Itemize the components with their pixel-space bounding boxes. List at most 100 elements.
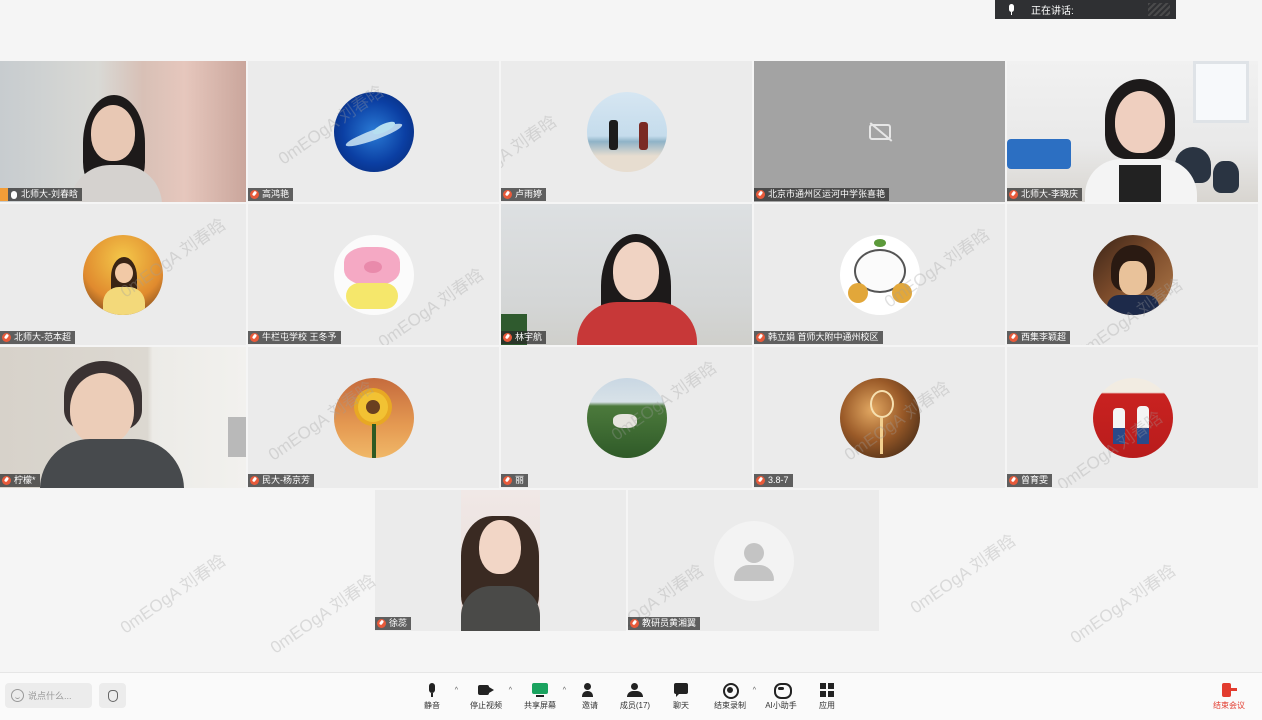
participant-tile[interactable]: 北师大-李晓庆	[1007, 61, 1258, 202]
raise-hand-icon	[107, 689, 118, 702]
muted-mic-icon	[1009, 333, 1018, 342]
chevron-up-icon[interactable]: ^	[509, 687, 512, 694]
mic-icon	[424, 683, 440, 697]
video-feed	[0, 61, 246, 202]
muted-mic-icon	[1009, 476, 1018, 485]
share-screen-button[interactable]: 共享屏幕 ^	[518, 681, 566, 717]
emoji-icon[interactable]	[11, 689, 24, 702]
participant-name: 韩立娟 首师大附中通州校区	[768, 332, 879, 342]
members-button[interactable]: 成员(17)	[613, 681, 657, 717]
invite-icon	[582, 683, 598, 697]
chat-button[interactable]: 聊天	[659, 681, 703, 717]
participant-tile[interactable]: 林宇航	[501, 204, 752, 345]
audio-wave-icon	[1148, 3, 1170, 16]
stop-video-button[interactable]: 停止视频 ^	[464, 681, 512, 717]
watermark: 0mEOgA 刘春晗	[116, 550, 230, 638]
microphone-icon	[1005, 3, 1019, 16]
video-feed	[375, 490, 626, 631]
muted-mic-icon	[377, 619, 386, 628]
participant-name-tag: 丽	[501, 474, 529, 487]
participant-name-tag: 民大-杨京芳	[248, 474, 314, 487]
raise-hand-button[interactable]	[99, 683, 126, 708]
ai-assistant-button[interactable]: AI小助手	[759, 681, 803, 717]
participant-name-tag: 北师大-刘春晗	[0, 188, 82, 201]
watermark: 0mEOgA 刘春晗	[501, 111, 561, 199]
exit-icon	[1222, 683, 1237, 697]
muted-mic-icon	[2, 476, 11, 485]
participant-name-tag: 西集李颖超	[1007, 331, 1071, 344]
muted-mic-icon	[756, 476, 765, 485]
watermark: 0mEOgA 刘春晗	[1066, 560, 1180, 648]
participant-name: 北京市通州区运河中学张喜艳	[768, 189, 886, 199]
mute-button[interactable]: 静音 ^	[410, 681, 458, 717]
participant-tile[interactable]: 0mEOgA 刘春晗 卢雨婷	[501, 61, 752, 202]
end-recording-button[interactable]: 结束录制 ^	[708, 681, 756, 717]
participant-name-tag: 林宇航	[501, 331, 547, 344]
avatar	[333, 234, 414, 315]
meeting-window: 正在讲话: 北师大-刘春晗 0mEOgA 刘春晗 高鸿艳 0mEOgA 刘春晗 …	[0, 0, 1262, 720]
default-user-icon	[713, 520, 794, 601]
participant-tile[interactable]: 0mEOgA 刘春晗 高鸿艳	[248, 61, 499, 202]
participant-name-tag: 北师大-李晓庆	[1007, 188, 1082, 201]
avatar	[1092, 377, 1173, 458]
participant-tile[interactable]: 北师大-刘春晗	[0, 61, 246, 202]
participant-tile[interactable]: 徐蕊	[375, 490, 626, 631]
apps-icon	[819, 683, 835, 697]
chat-input-placeholder: 说点什么...	[28, 691, 72, 701]
participant-name-tag: 北师大-范本超	[0, 331, 75, 344]
participant-tile[interactable]: 0mEOgA 刘春晗 民大-杨京芳	[248, 347, 499, 488]
chat-quick-input[interactable]: 说点什么...	[5, 683, 92, 708]
end-meeting-button[interactable]: 结束会议	[1207, 681, 1251, 717]
invite-button[interactable]: 邀请	[568, 681, 612, 717]
apps-button[interactable]: 应用	[805, 681, 849, 717]
participant-tile[interactable]: 北京市通州区运河中学张喜艳	[754, 61, 1005, 202]
participant-tile[interactable]: 0mEOgA 刘春晗 曾育雯	[1007, 347, 1258, 488]
share-screen-icon	[532, 683, 548, 697]
participant-name: 教研员黄湘翼	[642, 618, 697, 628]
participant-tile[interactable]: 0mEOgA 刘春晗 丽	[501, 347, 752, 488]
chevron-up-icon[interactable]: ^	[455, 687, 458, 694]
participant-tile[interactable]: 0mEOgA 刘春晗 韩立娟 首师大附中通州校区	[754, 204, 1005, 345]
avatar	[83, 234, 163, 315]
participant-tile[interactable]: 0mEOgA 刘春晗 教研员黄湘翼	[628, 490, 879, 631]
participant-name-tag: 柠檬*	[0, 474, 40, 487]
participant-name-tag: 高鸿艳	[248, 188, 294, 201]
watermark: 0mEOgA 刘春晗	[906, 530, 1020, 618]
participant-name: 曾育雯	[1021, 475, 1049, 485]
participant-name: 卢雨婷	[515, 189, 543, 199]
chevron-up-icon[interactable]: ^	[753, 687, 756, 694]
muted-mic-icon	[503, 476, 512, 485]
participant-name-tag: 韩立娟 首师大附中通州校区	[754, 331, 883, 344]
video-icon	[478, 683, 494, 697]
participant-name: 北师大-刘春晗	[21, 189, 78, 199]
participant-tile[interactable]: 0mEOgA 刘春晗 北师大-范本超	[0, 204, 246, 345]
muted-mic-icon	[756, 333, 765, 342]
muted-mic-icon	[1009, 190, 1018, 199]
participant-name: 林宇航	[515, 332, 543, 342]
record-icon	[722, 683, 739, 699]
participant-name: 高鸿艳	[262, 189, 290, 199]
participant-name: 西集李颖超	[1021, 332, 1067, 342]
avatar	[586, 377, 667, 458]
muted-mic-icon	[250, 333, 259, 342]
muted-mic-icon	[756, 190, 765, 199]
participant-name-tag: 卢雨婷	[501, 188, 547, 201]
muted-mic-icon	[630, 619, 639, 628]
participant-name: 民大-杨京芳	[262, 475, 310, 485]
participant-tile[interactable]: 0mEOgA 刘春晗 西集李颖超	[1007, 204, 1258, 345]
participant-name-tag: 北京市通州区运河中学张喜艳	[754, 188, 890, 201]
video-feed	[1007, 61, 1258, 202]
watermark: 0mEOgA 刘春晗	[266, 570, 380, 658]
meeting-toolbar: 说点什么... 静音 ^ 停止视频 ^ 共享屏幕 ^ 邀请 成员(17) 聊天 …	[0, 672, 1262, 720]
participant-name-tag: 徐蕊	[375, 617, 412, 630]
muted-mic-icon	[503, 190, 512, 199]
participant-name-tag: 3.8-7	[754, 474, 793, 487]
participant-tile[interactable]: 柠檬*	[0, 347, 246, 488]
chevron-up-icon[interactable]: ^	[563, 687, 566, 694]
avatar	[1092, 234, 1173, 315]
participant-name: 北师大-范本超	[14, 332, 71, 342]
avatar	[839, 377, 920, 458]
participant-tile[interactable]: 0mEOgA 刘春晗 牛栏屯学校 王冬予	[248, 204, 499, 345]
video-feed	[0, 347, 246, 488]
participant-tile[interactable]: 0mEOgA 刘春晗 3.8-7	[754, 347, 1005, 488]
